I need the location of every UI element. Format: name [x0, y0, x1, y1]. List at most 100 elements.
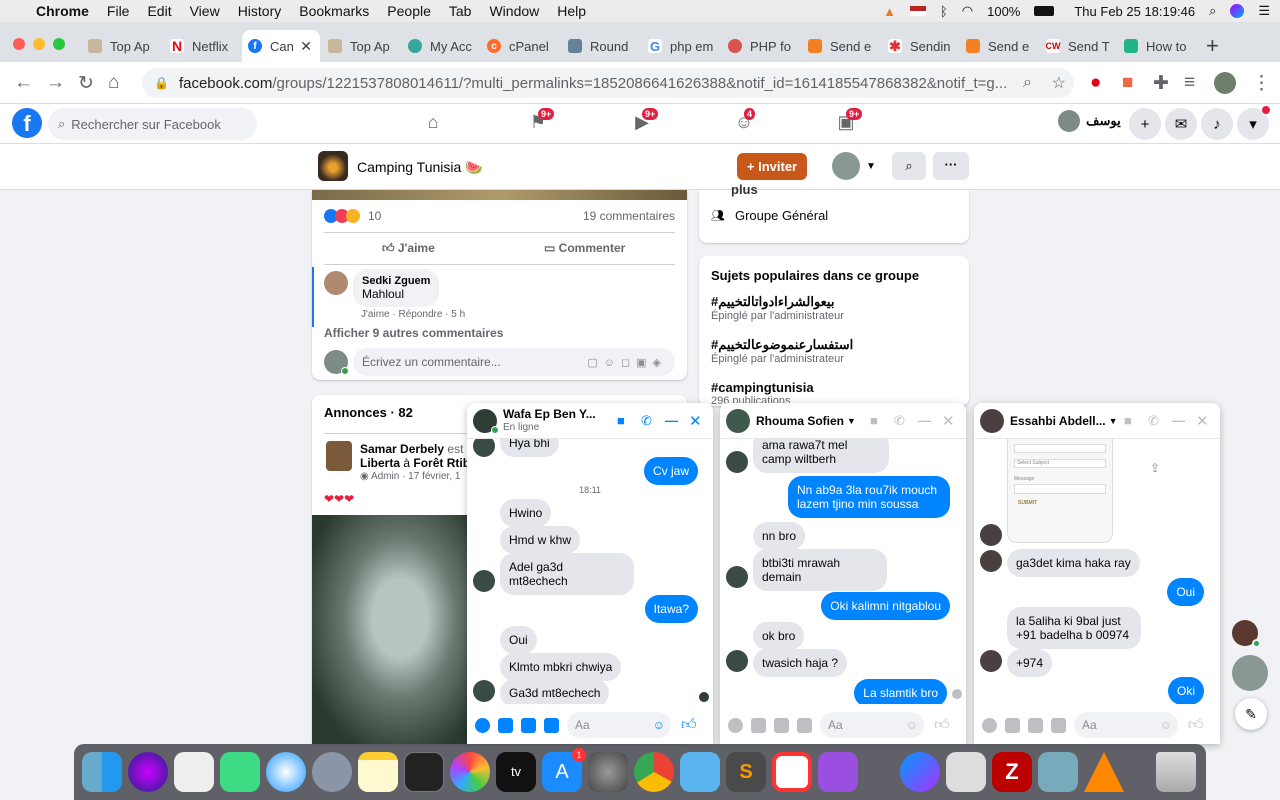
new-tab-button[interactable]: + [1200, 30, 1228, 62]
apple-tv-icon[interactable]: tv [496, 752, 536, 792]
filezilla-icon[interactable]: Z [992, 752, 1032, 792]
chat-header[interactable]: Essahbi Abdell... ▼ ■ ✆ — ✕ [974, 403, 1220, 439]
tab-send-email-1[interactable]: Send e [802, 30, 880, 62]
menu-view[interactable]: View [190, 3, 220, 19]
safari-icon[interactable] [266, 752, 306, 792]
address-bar[interactable]: 🔒 facebook.com/groups/1221537808014611/?… [142, 68, 1074, 98]
announcement-author-avatar[interactable] [326, 441, 352, 471]
phone-icon[interactable]: ✆ [1148, 413, 1159, 429]
tab-how-to[interactable]: How to [1118, 30, 1196, 62]
zoom-icon[interactable]: ⌕ [1023, 74, 1032, 92]
comment-button[interactable]: ▭ Commenter [544, 241, 625, 255]
gif-icon[interactable] [1051, 717, 1066, 733]
sequel-pro-icon[interactable] [946, 752, 986, 792]
chrome-dock-icon[interactable] [634, 752, 674, 792]
comment-actions[interactable]: J'aime · Répondre · 5 h [361, 309, 465, 320]
zoom-window-button[interactable] [53, 38, 65, 50]
thumbs-up-send-icon[interactable]: 👍︎ [1188, 716, 1204, 734]
menu-edit[interactable]: Edit [147, 3, 171, 19]
general-group-link[interactable]: 👥︎ Groupe Général [711, 208, 828, 223]
photo-icon[interactable] [1005, 717, 1020, 733]
account-menu-button[interactable]: ▾ [1237, 106, 1270, 140]
more-comments-link[interactable]: Afficher 9 autres commentaires [324, 326, 503, 340]
folder-icon[interactable] [680, 752, 720, 792]
tab-camping-active[interactable]: f Can ✕ [242, 30, 320, 62]
finder-icon[interactable] [82, 752, 122, 792]
launchpad-icon[interactable] [312, 752, 352, 792]
tab-send-t[interactable]: CW Send T [1040, 30, 1118, 62]
emoji-icon[interactable]: ☺ [1160, 718, 1172, 732]
announcement-place[interactable]: Forêt Rtib [413, 456, 470, 470]
message-input[interactable]: Aa ☺ [567, 712, 671, 738]
shared-screenshot[interactable]: Select Subject Message SUBMIT [1007, 439, 1113, 543]
topic-item[interactable]: #استفسارعنموضوعالتخييم Épinglé par l'adm… [711, 337, 853, 365]
group-member-avatar-dropdown[interactable]: ▼ [832, 152, 876, 180]
flag-icon[interactable] [909, 6, 926, 16]
sticker-icon[interactable] [521, 717, 536, 733]
menu-tab[interactable]: Tab [449, 3, 472, 19]
close-chat-icon[interactable]: ✕ [689, 412, 702, 430]
messenger-button[interactable]: ✉ [1165, 108, 1197, 140]
thumbs-up-send-icon[interactable]: 👍︎ [681, 716, 697, 734]
comment-author[interactable]: Sedki Zguem [362, 275, 430, 287]
comment-input[interactable]: Écrivez un commentaire... ▢☺◻▣◈ [353, 348, 675, 376]
chat-head-2[interactable] [1232, 655, 1268, 691]
group-more-button[interactable]: ··· [933, 152, 969, 180]
chat-body[interactable]: ama rawa7t mel camp wiltberh Nn ab9a 3la… [720, 439, 966, 704]
tab-my-account[interactable]: My Acc [402, 30, 480, 62]
battery-icon[interactable] [1034, 6, 1055, 16]
gaming-icon[interactable]: ▣ 9+ [834, 108, 863, 134]
facebook-search[interactable]: ⌕ Rechercher sur Facebook [48, 108, 257, 140]
commenter-avatar[interactable] [324, 271, 348, 295]
plus-icon[interactable] [475, 717, 490, 733]
invite-button[interactable]: + Inviter [737, 153, 807, 180]
reactions-row[interactable]: 10 [324, 209, 381, 223]
menu-window[interactable]: Window [489, 3, 539, 19]
topic-item[interactable]: #بيعوالشراءادواتالتخييم Épinglé par l'ad… [711, 294, 844, 322]
photos-icon[interactable] [450, 752, 490, 792]
tab-send-email-2[interactable]: Send e [960, 30, 1038, 62]
notification-center-icon[interactable]: ☰ [1258, 3, 1270, 19]
menu-bookmarks[interactable]: Bookmarks [299, 3, 369, 19]
pages-flag-icon[interactable]: ⚑ 9+ [526, 108, 555, 134]
clock[interactable]: Thu Feb 25 18:19:46 [1074, 4, 1195, 19]
minimize-window-button[interactable] [33, 38, 45, 50]
podcasts-icon[interactable] [818, 752, 858, 792]
siri-icon[interactable] [128, 752, 168, 792]
wifi-icon[interactable]: ◠ [962, 3, 973, 19]
announcement-with[interactable]: Liberta [360, 456, 400, 470]
profile-chip[interactable]: يوسف [1058, 110, 1121, 132]
tab-roundcube[interactable]: Round [562, 30, 640, 62]
close-chat-icon[interactable]: ✕ [1196, 412, 1209, 430]
reload-icon[interactable]: ↻ [78, 72, 94, 95]
menu-file[interactable]: File [107, 3, 130, 19]
minimize-chat-icon[interactable]: — [1172, 413, 1185, 428]
menu-history[interactable]: History [238, 3, 282, 19]
android-studio-icon[interactable] [220, 752, 260, 792]
photo-icon[interactable] [751, 717, 766, 733]
group-search-button[interactable]: ⌕ [892, 152, 926, 180]
video-call-icon[interactable]: ■ [870, 413, 878, 428]
home-nav-icon[interactable]: ⌂ [421, 112, 445, 134]
like-button[interactable]: 👍︎ J'aime [382, 241, 435, 256]
emoji-icon[interactable]: ☺ [653, 718, 665, 732]
menu-app-name[interactable]: Chrome [36, 3, 89, 19]
chat-body[interactable]: Select Subject Message SUBMIT ⇪ ga3det k… [974, 439, 1220, 704]
post-image-bottom[interactable] [312, 190, 687, 200]
announcement-photo[interactable] [312, 515, 472, 744]
comment-input-icons[interactable]: ▢☺◻▣◈ [587, 356, 667, 369]
photo-icon[interactable] [498, 717, 513, 733]
announcement-author[interactable]: Samar Derbely [360, 442, 444, 456]
bookmark-star-icon[interactable]: ☆ [1052, 73, 1066, 93]
video-call-icon[interactable]: ■ [1124, 413, 1132, 428]
phone-icon[interactable]: ✆ [641, 413, 652, 429]
tab-cpanel[interactable]: c cPanel [481, 30, 559, 62]
tab-sending[interactable]: ✱ Sendin [882, 30, 960, 62]
menu-help[interactable]: Help [557, 3, 586, 19]
plus-icon[interactable] [728, 717, 743, 733]
news-icon[interactable] [772, 752, 812, 792]
new-message-button[interactable]: ✎ [1235, 698, 1267, 730]
close-window-button[interactable] [13, 38, 25, 50]
textedit-icon[interactable] [174, 752, 214, 792]
siri-icon[interactable] [1230, 4, 1245, 18]
